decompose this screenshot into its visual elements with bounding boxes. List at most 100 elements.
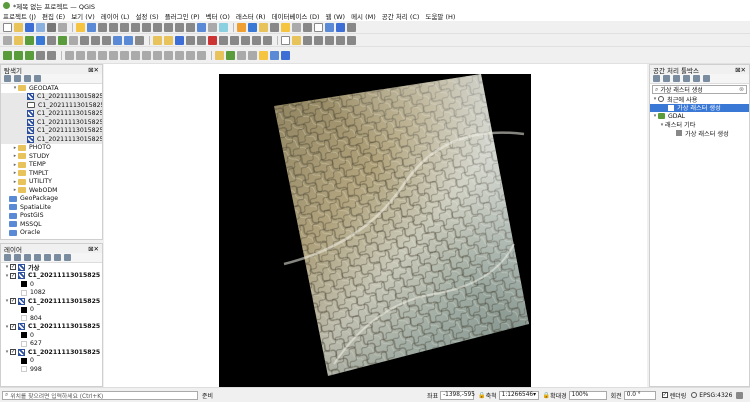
annotation-icon[interactable] bbox=[314, 22, 323, 32]
digitize-polygon-icon[interactable] bbox=[25, 50, 34, 60]
add-wfs-icon[interactable] bbox=[124, 35, 133, 45]
open-project-icon[interactable] bbox=[14, 22, 23, 32]
web-tool-icon[interactable] bbox=[270, 50, 279, 60]
delete-selected-icon[interactable] bbox=[208, 35, 217, 45]
layer-row[interactable]: ▾ ✓ C1_20211113015825 bbox=[1, 297, 102, 306]
clear-search-icon[interactable]: ⊗ bbox=[739, 86, 744, 93]
browser-item[interactable]: ▸ STUDY bbox=[1, 152, 102, 161]
layer-group-row[interactable]: ▾ ✓ 가상 bbox=[1, 263, 102, 272]
trim-extend-icon[interactable] bbox=[248, 50, 257, 60]
reverse-line-icon[interactable] bbox=[237, 50, 246, 60]
browser-item[interactable]: GeoPackage bbox=[1, 195, 102, 204]
move-label-icon[interactable] bbox=[325, 35, 334, 45]
python-console-icon[interactable] bbox=[325, 22, 334, 32]
recent-algorithm-item[interactable]: 가상 래스터 생성 bbox=[650, 103, 749, 112]
pin-labels-icon[interactable] bbox=[303, 35, 312, 45]
current-edits-icon[interactable] bbox=[153, 35, 162, 45]
select-features-icon[interactable] bbox=[259, 22, 268, 32]
new-project-icon[interactable] bbox=[3, 22, 12, 32]
snapping-icon[interactable] bbox=[47, 50, 56, 60]
digitize-icon[interactable] bbox=[186, 35, 195, 45]
deselect-icon[interactable] bbox=[270, 22, 279, 32]
models-icon[interactable] bbox=[653, 75, 660, 82]
add-wms-icon[interactable] bbox=[113, 35, 122, 45]
delete-ring-icon[interactable] bbox=[131, 50, 140, 60]
new-geopackage-icon[interactable] bbox=[14, 35, 23, 45]
menu-layer[interactable]: 레이어 (L) bbox=[101, 11, 130, 21]
coordinate-field[interactable]: -1398,-595 bbox=[440, 390, 475, 400]
add-spatialite-icon[interactable] bbox=[69, 35, 78, 45]
magnifier-lock-icon[interactable]: 🔒 bbox=[543, 392, 550, 399]
temporal-controller-icon[interactable] bbox=[208, 22, 217, 32]
collapse-all-icon[interactable] bbox=[24, 75, 31, 82]
add-postgis-icon[interactable] bbox=[80, 35, 89, 45]
panel-close-icon[interactable]: ⊠✕ bbox=[88, 245, 99, 253]
browser-item[interactable]: ▸ PHOTO bbox=[1, 144, 102, 153]
browser-item[interactable]: ▸ UTILITY bbox=[1, 178, 102, 187]
plugin-tool-icon[interactable] bbox=[259, 50, 268, 60]
menu-mesh[interactable]: 메시 (M) bbox=[351, 11, 376, 21]
remove-layer-icon[interactable] bbox=[64, 254, 71, 261]
filter-legend-icon[interactable] bbox=[34, 254, 41, 261]
menu-view[interactable]: 보기 (V) bbox=[71, 11, 95, 21]
layer-checkbox[interactable]: ✓ bbox=[10, 349, 16, 356]
browser-item[interactable]: SpatiaLite bbox=[1, 203, 102, 212]
split-features-icon[interactable] bbox=[175, 50, 184, 60]
layer-checkbox[interactable]: ✓ bbox=[10, 298, 16, 305]
menu-raster[interactable]: 래스터 (R) bbox=[236, 11, 266, 21]
fill-ring-icon[interactable] bbox=[120, 50, 129, 60]
browser-item[interactable]: C1_20211113015825 bbox=[1, 135, 102, 144]
zoom-last-icon[interactable] bbox=[175, 22, 184, 32]
measure-icon[interactable] bbox=[303, 22, 312, 32]
browser-item[interactable]: ▸ TMPLT bbox=[1, 169, 102, 178]
save-project-icon[interactable] bbox=[25, 22, 34, 32]
advanced-digitizing-icon[interactable] bbox=[36, 50, 45, 60]
map-canvas[interactable] bbox=[104, 64, 647, 387]
refresh-icon[interactable] bbox=[4, 75, 11, 82]
paste-features-icon[interactable] bbox=[241, 35, 250, 45]
menu-help[interactable]: 도움말 (H) bbox=[425, 11, 455, 21]
layer-row[interactable]: ▾ ✓ C1_20211113015825 bbox=[1, 272, 102, 281]
enable-properties-icon[interactable] bbox=[34, 75, 41, 82]
digitize-point-icon[interactable] bbox=[3, 50, 12, 60]
change-label-icon[interactable] bbox=[347, 35, 356, 45]
label-icon[interactable] bbox=[281, 35, 290, 45]
render-checkbox[interactable]: ✓ bbox=[661, 392, 668, 398]
add-delimited-text-icon[interactable] bbox=[58, 35, 67, 45]
layer-checkbox[interactable]: ✓ bbox=[10, 272, 16, 279]
rotate-label-icon[interactable] bbox=[336, 35, 345, 45]
menu-edit[interactable]: 편집 (E) bbox=[42, 11, 65, 21]
crs-globe-icon[interactable] bbox=[691, 392, 698, 398]
filter-icon[interactable] bbox=[14, 75, 21, 82]
collapse-all-icon[interactable] bbox=[54, 254, 61, 261]
locator-search-input[interactable]: ⌕ 위치를 찾으려면 입력하세요 (Ctrl+K) bbox=[2, 390, 198, 400]
cut-features-icon[interactable] bbox=[219, 35, 228, 45]
tips-icon[interactable] bbox=[347, 22, 356, 32]
show-hide-labels-icon[interactable] bbox=[314, 35, 323, 45]
mesh-digitize-icon[interactable] bbox=[226, 50, 235, 60]
zoom-native-icon[interactable] bbox=[164, 22, 173, 32]
history-icon[interactable] bbox=[673, 75, 680, 82]
split-parts-icon[interactable] bbox=[186, 50, 195, 60]
processing-toolbox-icon[interactable] bbox=[336, 22, 345, 32]
toolbox-search-input[interactable]: ⌕ 가상 래스터 생성 ⊗ bbox=[652, 85, 747, 94]
scale-combo[interactable]: 1:1266546 ▾ bbox=[498, 390, 539, 400]
menu-web[interactable]: 웹 (W) bbox=[326, 11, 346, 21]
browser-item[interactable]: ▸ TEMP bbox=[1, 161, 102, 170]
add-ring-icon[interactable] bbox=[98, 50, 107, 60]
menu-processing[interactable]: 공간 처리 (C) bbox=[382, 11, 420, 21]
refresh-icon[interactable] bbox=[219, 22, 228, 32]
save-as-icon[interactable] bbox=[36, 22, 45, 32]
statistics-icon[interactable] bbox=[292, 22, 301, 32]
edit-features-in-place-icon[interactable] bbox=[693, 75, 700, 82]
manage-theme-icon[interactable] bbox=[24, 254, 31, 261]
zoom-next-icon[interactable] bbox=[186, 22, 195, 32]
pan-to-selection-icon[interactable] bbox=[87, 22, 96, 32]
toggle-editing-icon[interactable] bbox=[164, 35, 173, 45]
new-map-view-icon[interactable] bbox=[197, 22, 206, 32]
messages-icon[interactable] bbox=[736, 391, 744, 399]
save-edits-icon[interactable] bbox=[175, 35, 184, 45]
browser-item[interactable]: ▸ WebODM bbox=[1, 186, 102, 195]
menu-settings[interactable]: 설정 (S) bbox=[135, 11, 158, 21]
add-oracle-icon[interactable] bbox=[102, 35, 111, 45]
